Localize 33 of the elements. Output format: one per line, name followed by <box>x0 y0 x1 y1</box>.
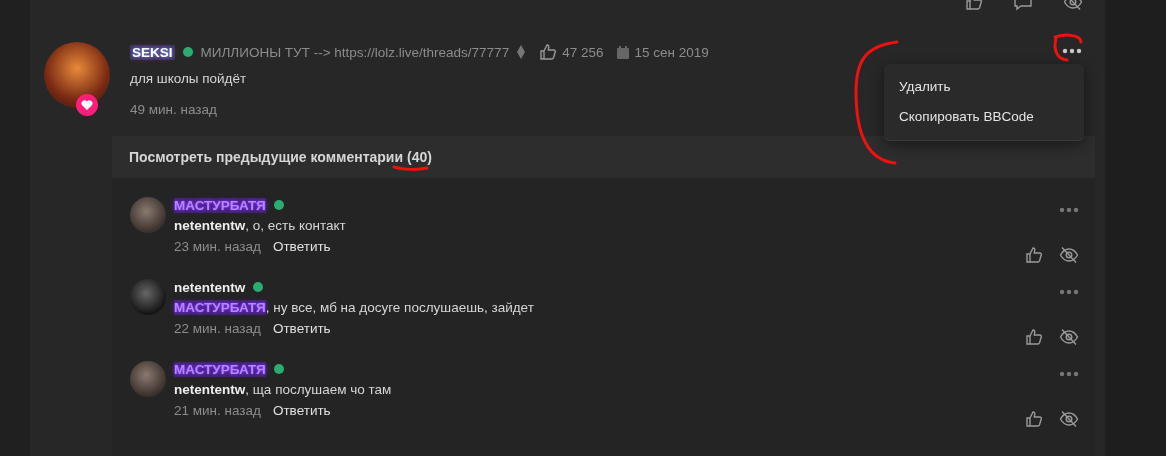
username-link[interactable]: netententw <box>174 279 246 295</box>
previous-comments-link[interactable]: Посмотреть предыдущие комментарии (40) <box>112 136 1095 178</box>
heart-badge-icon <box>76 94 98 116</box>
likes-count: 47 256 <box>562 44 604 60</box>
hide-icon[interactable] <box>1059 328 1079 346</box>
comment-time: 23 мин. назад <box>174 239 261 254</box>
like-icon[interactable] <box>1025 328 1043 346</box>
post-text: для школы пойдёт <box>130 71 248 86</box>
hide-icon[interactable] <box>1059 410 1079 428</box>
reply-link[interactable]: Ответить <box>272 403 331 418</box>
menu-item[interactable]: Удалить <box>884 72 1084 102</box>
registration-date: 15 сен 2019 <box>634 44 709 60</box>
comment-text: netententw, о, есть контакт <box>174 218 346 233</box>
annotation-mark <box>1053 33 1083 62</box>
calendar-icon <box>617 45 630 59</box>
like-icon[interactable] <box>1025 246 1043 264</box>
comment-time: 22 мин. назад <box>174 321 261 336</box>
annotation-underline <box>392 165 429 171</box>
menu-item[interactable]: Скопировать BBCode <box>884 102 1084 132</box>
user-status: МИЛЛИОНЫ ТУТ --> https://lolz.live/threads/77777 <box>200 44 510 60</box>
hide-icon[interactable] <box>1059 246 1079 264</box>
reply-link[interactable]: Ответить <box>272 239 331 254</box>
diamond-icon <box>517 45 526 59</box>
avatar-picture[interactable] <box>130 197 166 233</box>
reply-link[interactable]: Ответить <box>272 321 331 336</box>
comment-text: netententw, ща послушаем чо там <box>174 382 392 397</box>
avatar-picture[interactable] <box>130 279 166 315</box>
like-icon[interactable] <box>1025 410 1043 428</box>
post-time: 49 мин. назад <box>130 102 218 117</box>
comment-time: 21 мин. назад <box>174 403 261 418</box>
avatar-picture[interactable] <box>130 361 166 397</box>
thumbs-up-icon[interactable] <box>539 43 558 61</box>
comment-text: МАСТУРБАТЯ, ну все, мб на досуге послушаешь, зайдет <box>174 300 534 315</box>
